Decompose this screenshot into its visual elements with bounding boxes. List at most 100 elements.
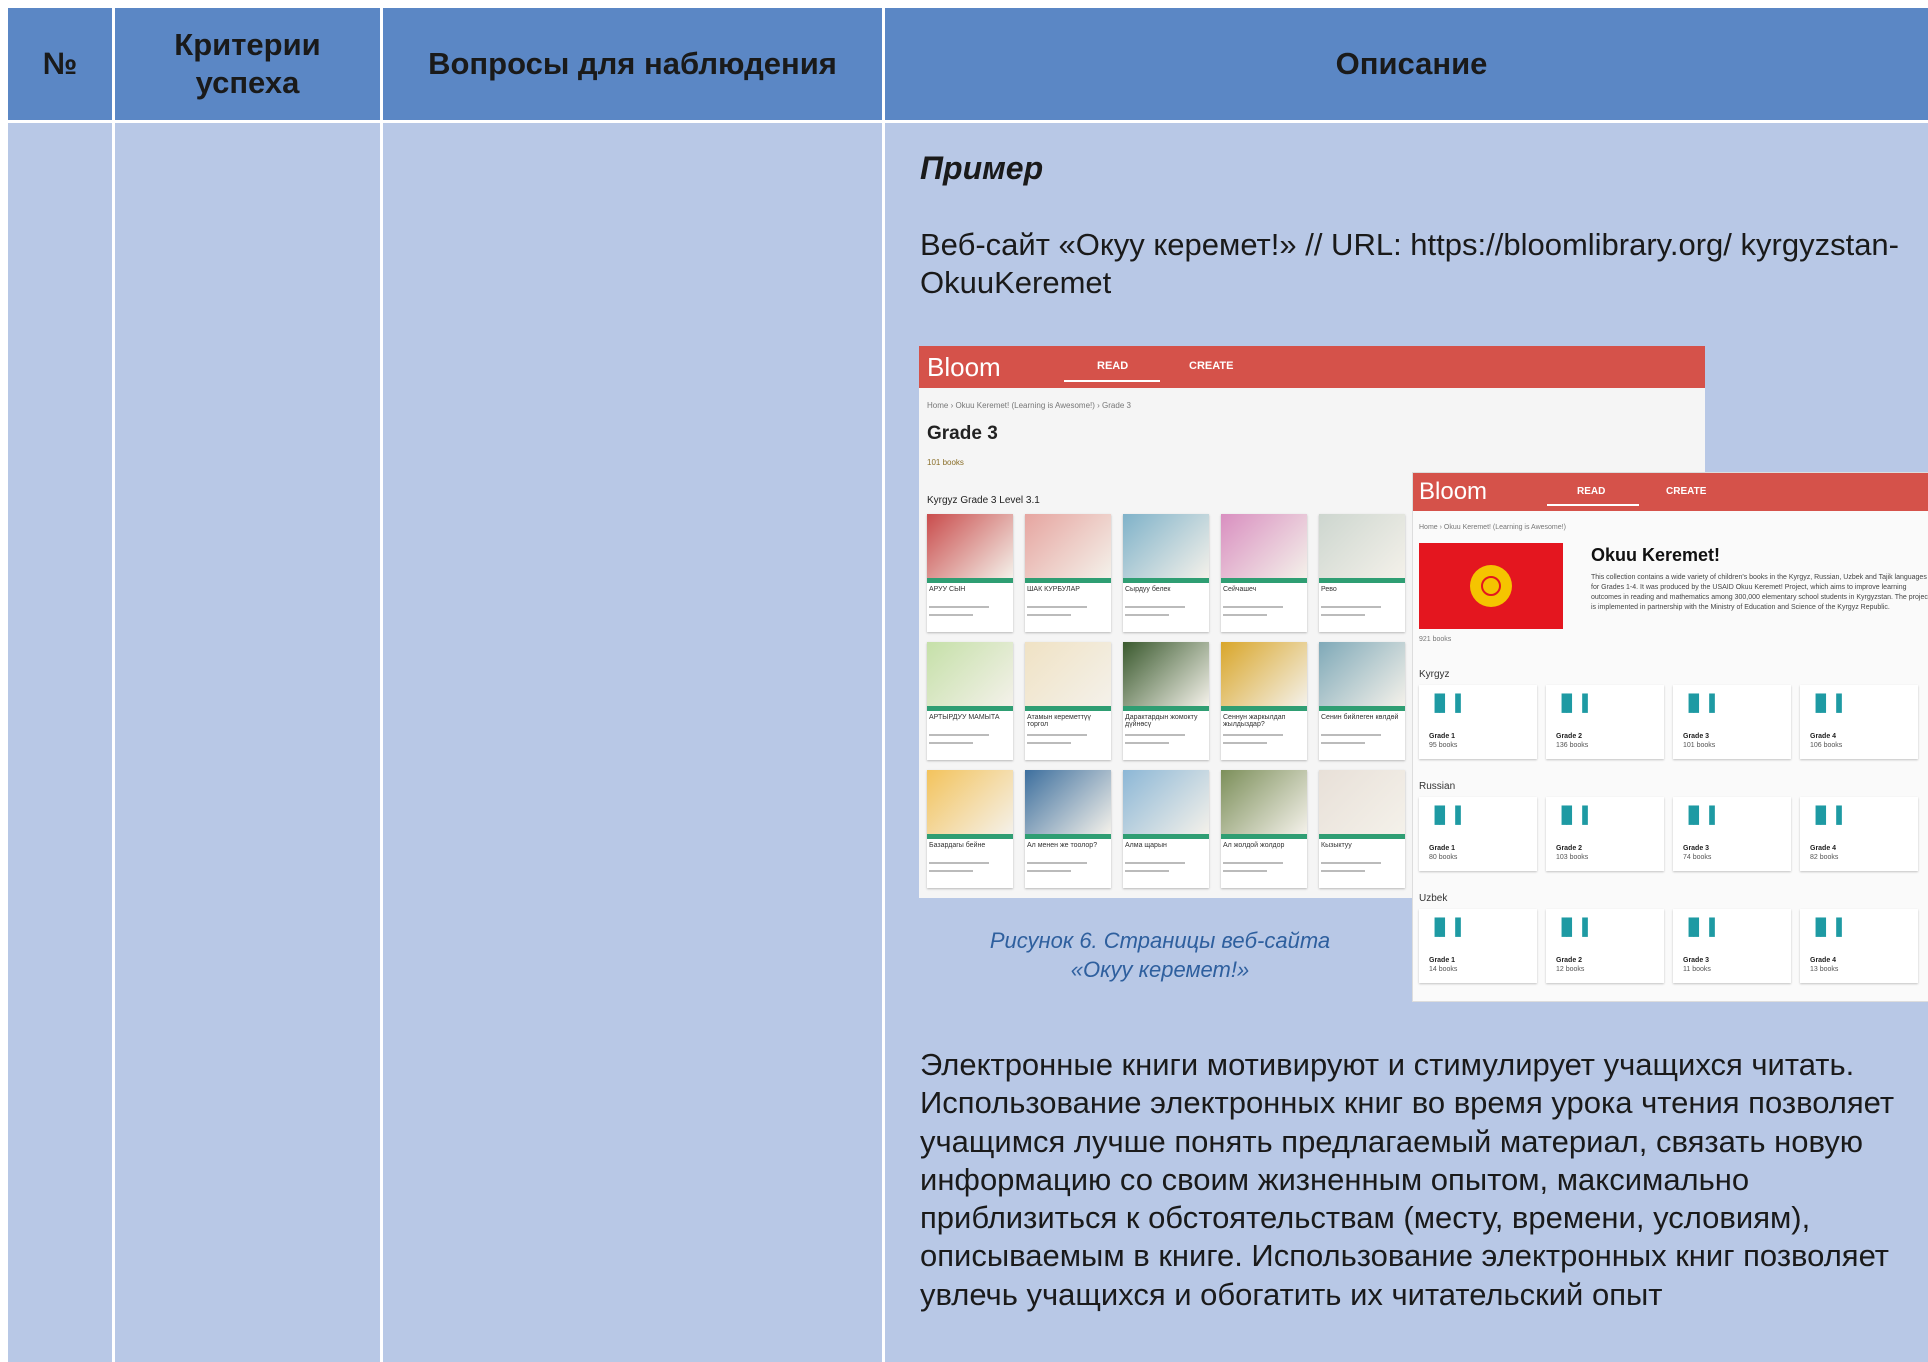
book-card[interactable]: Атамын кереметтүү торгол — [1025, 642, 1111, 760]
book-card[interactable]: ШАК КУРБУЛАР — [1025, 514, 1111, 632]
grade-card[interactable]: ▐▌▐ Grade 4 13 books — [1800, 909, 1918, 983]
book-title: Сейчашеч — [1223, 586, 1257, 593]
book-card[interactable]: Сенин бийлеген көлдөй — [1319, 642, 1405, 760]
books-icon: ▐▌▐ — [1810, 695, 1842, 712]
book-meta-line — [1027, 614, 1071, 616]
book-cover-image — [1221, 770, 1307, 834]
grade-card[interactable]: ▐▌▐ Grade 1 95 books — [1419, 685, 1537, 759]
flag-tunduk — [1481, 576, 1501, 596]
website-reference: Веб-сайт «Окуу керемет!» // URL: https:/… — [920, 227, 1899, 300]
book-card[interactable]: Ал менен же тоолор? — [1025, 770, 1111, 888]
book-card[interactable]: Сейчашеч — [1221, 514, 1307, 632]
header-divider — [8, 120, 1928, 123]
grade-name: Grade 3 — [1683, 733, 1710, 740]
cell-criteria — [115, 122, 380, 1362]
section-label-russian: Russian — [1419, 781, 1456, 792]
book-title: Кызыктуу — [1321, 842, 1352, 849]
grade-book-count: 14 books — [1429, 966, 1458, 973]
book-card[interactable]: Дарактардын жомокту дүйнөсү — [1123, 642, 1209, 760]
grade-card[interactable]: ▐▌▐ Grade 2 136 books — [1546, 685, 1664, 759]
book-card[interactable]: АРТЫРДУУ МАМЫТА — [927, 642, 1013, 760]
book-meta-line — [929, 870, 973, 872]
book-card[interactable]: Сеннун жаркылдап жылдыздар? — [1221, 642, 1307, 760]
grade-card[interactable]: ▐▌▐ Grade 3 11 books — [1673, 909, 1791, 983]
breadcrumb[interactable]: Home › Okuu Keremet! (Learning is Awesom… — [1419, 524, 1566, 531]
book-meta-line — [929, 742, 973, 744]
book-meta-line — [1223, 742, 1267, 744]
book-meta-line — [1027, 862, 1087, 864]
book-meta-line — [1321, 606, 1381, 608]
grade-card[interactable]: ▐▌▐ Grade 1 14 books — [1419, 909, 1537, 983]
nav-read[interactable]: READ — [1097, 360, 1128, 372]
nav-create[interactable]: CREATE — [1189, 360, 1233, 372]
books-icon: ▐▌▐ — [1683, 807, 1715, 824]
bloom-logo: Bloom — [927, 352, 1001, 382]
grade-name: Grade 1 — [1429, 957, 1456, 964]
book-level-strip — [1221, 706, 1307, 711]
book-meta-line — [1125, 734, 1185, 736]
book-level-strip — [1221, 834, 1307, 839]
book-cover-image — [1319, 770, 1405, 834]
book-title: АРУУ СЫН — [929, 586, 966, 593]
books-icon: ▐▌▐ — [1556, 919, 1588, 936]
collection-book-count: 921 books — [1419, 636, 1452, 643]
grade-book-count: 101 books — [1683, 742, 1716, 749]
book-meta-line — [1321, 734, 1381, 736]
book-meta-line — [1223, 614, 1267, 616]
grade-book-count: 103 books — [1556, 854, 1589, 861]
book-card[interactable]: Базардагы бейне — [927, 770, 1013, 888]
book-level-strip — [927, 706, 1013, 711]
book-level-strip — [1319, 834, 1405, 839]
book-level-strip — [1123, 834, 1209, 839]
grade-name: Grade 4 — [1810, 957, 1837, 964]
book-title: Ал жолдой жолдор — [1223, 842, 1285, 849]
book-card[interactable]: Ал жолдой жолдор — [1221, 770, 1307, 888]
book-cover-image — [1123, 514, 1209, 578]
grade-book-count: 106 books — [1810, 742, 1843, 749]
breadcrumb[interactable]: Home › Okuu Keremet! (Learning is Awesom… — [927, 401, 1131, 410]
books-icon: ▐▌▐ — [1683, 919, 1715, 936]
book-card[interactable]: Сырдуу белек — [1123, 514, 1209, 632]
grade-card[interactable]: ▐▌▐ Grade 2 12 books — [1546, 909, 1664, 983]
books-icon: ▐▌▐ — [1683, 695, 1715, 712]
book-card[interactable]: Кызыктуу — [1319, 770, 1405, 888]
grade-book-count: 12 books — [1556, 966, 1585, 973]
book-cover-image — [1025, 514, 1111, 578]
figure-caption: Рисунок 6. Страницы веб-сайта «Окуу кере… — [950, 926, 1370, 984]
grade-name: Grade 2 — [1556, 845, 1583, 852]
books-icon: ▐▌▐ — [1810, 807, 1842, 824]
book-meta-line — [1321, 870, 1365, 872]
book-meta-line — [1125, 606, 1185, 608]
grade-card[interactable]: ▐▌▐ Grade 3 101 books — [1673, 685, 1791, 759]
book-level-strip — [1123, 578, 1209, 583]
grade-book-count: 74 books — [1683, 854, 1712, 861]
nav-create[interactable]: CREATE — [1666, 486, 1706, 497]
book-card[interactable]: Алма щарын — [1123, 770, 1209, 888]
grade-card[interactable]: ▐▌▐ Grade 4 82 books — [1800, 797, 1918, 871]
nav-active-underline — [1064, 380, 1160, 382]
book-title: Атамын кереметтүү торгол — [1027, 714, 1091, 728]
grade-card[interactable]: ▐▌▐ Grade 3 74 books — [1673, 797, 1791, 871]
grade-card[interactable]: ▐▌▐ Grade 1 80 books — [1419, 797, 1537, 871]
book-level-strip — [1025, 834, 1111, 839]
column-divider — [112, 8, 115, 1362]
book-title: ШАК КУРБУЛАР — [1027, 586, 1080, 593]
book-meta-line — [1321, 614, 1365, 616]
book-card[interactable]: Рево — [1319, 514, 1405, 632]
collection-description: This collection contains a wide variety … — [1591, 574, 1928, 611]
book-meta-line — [1125, 614, 1169, 616]
example-label: Пример — [920, 150, 1044, 186]
book-card[interactable]: АРУУ СЫН — [927, 514, 1013, 632]
nav-read[interactable]: READ — [1577, 486, 1605, 497]
grade-name: Grade 4 — [1810, 845, 1837, 852]
website-screenshot-collection: Bloom READ CREATE Home › Okuu Keremet! (… — [1413, 473, 1928, 1001]
header-number: № — [8, 8, 112, 120]
column-divider — [380, 8, 383, 1362]
books-icon: ▐▌▐ — [1810, 919, 1842, 936]
grade-name: Grade 1 — [1429, 733, 1456, 740]
section-label-uzbek: Uzbek — [1419, 893, 1448, 904]
book-meta-line — [929, 606, 989, 608]
collection-title: Okuu Keremet! — [1591, 545, 1721, 565]
grade-card[interactable]: ▐▌▐ Grade 2 103 books — [1546, 797, 1664, 871]
grade-card[interactable]: ▐▌▐ Grade 4 106 books — [1800, 685, 1918, 759]
